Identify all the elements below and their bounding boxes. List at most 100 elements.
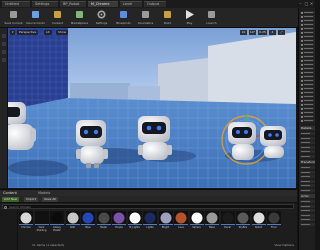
grid-snap-value[interactable]: 10 <box>240 30 247 35</box>
asset-tile[interactable]: Dark Shading Rubber <box>34 211 49 239</box>
document-tab[interactable]: Level <box>120 1 142 7</box>
outliner-row[interactable] <box>300 75 315 78</box>
details-property-row[interactable] <box>300 150 315 153</box>
visibility-icon[interactable] <box>301 87 303 90</box>
minimize-icon[interactable]: – <box>298 1 303 6</box>
save-all-button[interactable]: Save All <box>42 197 59 202</box>
import-button[interactable]: Import <box>24 197 38 202</box>
marketplace-button[interactable]: Marketplace <box>70 9 89 27</box>
visibility-icon[interactable] <box>301 39 303 42</box>
play-button[interactable]: Play <box>180 9 199 27</box>
outliner-row[interactable] <box>300 91 315 94</box>
outliner-row[interactable] <box>300 51 315 54</box>
outliner-row[interactable] <box>300 55 315 58</box>
outliner-row[interactable] <box>300 119 315 122</box>
visibility-icon[interactable] <box>301 119 303 122</box>
outliner-row[interactable] <box>300 83 315 86</box>
search-input[interactable]: Search Models <box>2 204 294 209</box>
launch-button[interactable]: Launch <box>202 9 221 27</box>
asset-tile[interactable]: Metal <box>96 211 111 239</box>
details-property-row[interactable] <box>300 166 315 169</box>
outliner-row[interactable] <box>300 115 315 118</box>
document-tab[interactable]: M_Chrome <box>88 1 118 7</box>
level-viewport[interactable]: ▾ Perspective Lit Show 10 10° 0.25 4 ⤢ <box>8 28 296 188</box>
robot-actor[interactable] <box>76 120 108 168</box>
visibility-icon[interactable] <box>301 99 303 102</box>
outliner-row[interactable] <box>300 31 315 34</box>
visibility-icon[interactable] <box>301 111 303 114</box>
outliner-row[interactable] <box>300 11 315 14</box>
close-icon[interactable]: × <box>309 1 314 6</box>
details-property-row[interactable] <box>300 145 315 149</box>
outliner-row[interactable] <box>300 107 315 110</box>
show-button[interactable]: Show <box>56 30 69 35</box>
outliner-row[interactable] <box>300 43 315 46</box>
asset-tile[interactable]: Purple <box>112 211 126 239</box>
details-property-row[interactable] <box>300 213 315 217</box>
visibility-icon[interactable] <box>301 63 303 66</box>
details-property-row[interactable] <box>300 204 315 208</box>
folder-tree[interactable] <box>0 210 18 250</box>
camera-speed-value[interactable]: 4 <box>269 30 276 35</box>
cinematics-button[interactable]: Cinematics <box>136 9 155 27</box>
asset-tile[interactable]: M_Lights <box>127 211 142 239</box>
document-tab[interactable]: BP_Robot <box>60 1 86 7</box>
outliner-row[interactable] <box>300 79 315 82</box>
asset-tile[interactable]: Glossy Plastic <box>50 211 64 239</box>
outliner-row[interactable] <box>300 67 315 70</box>
asset-tile[interactable]: Sphere <box>189 211 204 239</box>
details-property-row[interactable] <box>300 154 315 158</box>
asset-tile[interactable]: Robot <box>251 211 266 239</box>
details-section-header[interactable]: Actor <box>300 194 315 198</box>
build-button[interactable]: Build <box>158 9 177 27</box>
visibility-icon[interactable] <box>301 35 303 38</box>
outliner-row[interactable] <box>300 19 315 22</box>
visibility-icon[interactable] <box>301 67 303 70</box>
outliner-row[interactable] <box>300 15 315 18</box>
outliner-row[interactable] <box>300 59 315 62</box>
viewport-menu-button[interactable]: ▾ <box>10 30 15 35</box>
outliner-row[interactable] <box>300 71 315 74</box>
mode-select-icon[interactable] <box>2 34 6 38</box>
visibility-icon[interactable] <box>301 107 303 110</box>
visibility-icon[interactable] <box>301 11 303 14</box>
visibility-icon[interactable] <box>301 51 303 54</box>
visibility-icon[interactable] <box>301 23 303 26</box>
visibility-icon[interactable] <box>301 59 303 62</box>
outliner-row[interactable] <box>300 95 315 98</box>
visibility-icon[interactable] <box>301 71 303 74</box>
document-tab[interactable]: Output <box>144 1 166 7</box>
document-tab[interactable]: Untitled <box>2 1 30 7</box>
outliner-row[interactable] <box>300 47 315 50</box>
settings-button[interactable]: Settings <box>92 9 111 27</box>
blueprints-button[interactable]: Blueprints <box>114 9 133 27</box>
asset-tile[interactable]: Lights <box>143 211 157 239</box>
outliner-row[interactable] <box>300 87 315 90</box>
visibility-icon[interactable] <box>301 103 303 106</box>
details-property-row[interactable] <box>300 141 315 144</box>
asset-tile[interactable]: Bright <box>158 211 173 239</box>
details-property-row[interactable] <box>300 170 315 174</box>
content-button[interactable]: Content <box>48 9 67 27</box>
visibility-icon[interactable] <box>301 31 303 34</box>
visibility-icon[interactable] <box>301 27 303 30</box>
visibility-icon[interactable] <box>301 19 303 22</box>
visibility-icon[interactable] <box>301 75 303 78</box>
outliner-row[interactable] <box>300 23 315 26</box>
asset-tile[interactable]: Lava <box>174 211 188 239</box>
outliner-row[interactable] <box>300 99 315 102</box>
visibility-icon[interactable] <box>301 83 303 86</box>
save-current-button[interactable]: Save Current <box>4 9 23 27</box>
details-section-header[interactable]: Details <box>300 126 315 130</box>
outliner-row[interactable] <box>300 35 315 38</box>
details-property-row[interactable] <box>300 175 315 178</box>
details-property-row[interactable] <box>300 184 315 187</box>
mode-foliage-icon[interactable] <box>2 58 6 62</box>
scene-render[interactable] <box>8 28 296 188</box>
outliner-row[interactable] <box>300 111 315 114</box>
details-property-row[interactable] <box>300 200 315 203</box>
details-property-row[interactable] <box>300 209 315 212</box>
details-property-row[interactable] <box>300 179 315 183</box>
lit-mode-button[interactable]: Lit <box>44 30 52 35</box>
outliner-row[interactable] <box>300 27 315 30</box>
